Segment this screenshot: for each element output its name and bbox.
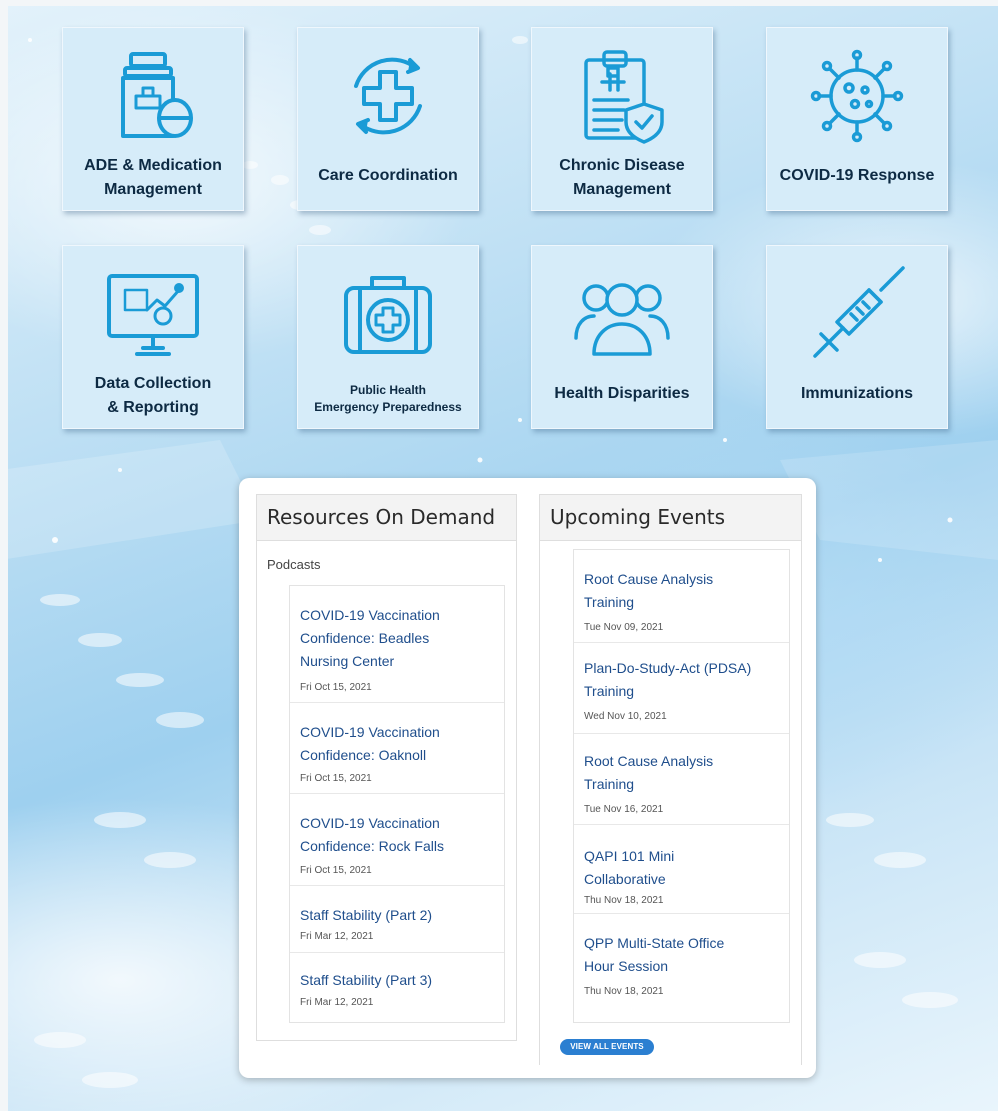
list-item[interactable]: COVID-19 Vaccination Confidence: Rock Fa…: [290, 794, 504, 886]
podcast-date: Fri Mar 12, 2021: [300, 997, 374, 1008]
events-list: Root Cause Analysis Training Tue Nov 09,…: [573, 549, 790, 1023]
medication-bottle-icon: [121, 52, 193, 138]
tile-label: COVID-19 Response: [779, 167, 935, 184]
tile-label: Public Health Emergency Preparedness: [314, 383, 462, 414]
event-title[interactable]: Root Cause Analysis Training: [584, 750, 756, 796]
podcast-title[interactable]: COVID-19 Vaccination Confidence: Rock Fa…: [300, 812, 472, 858]
event-title[interactable]: Plan-Do-Study-Act (PDSA) Training: [584, 657, 756, 703]
tile-care-coordination[interactable]: Care Coordination: [297, 27, 479, 211]
virus-icon: [810, 49, 904, 143]
event-title[interactable]: QPP Multi-State Office Hour Session: [584, 932, 756, 978]
syringe-icon: [813, 266, 905, 358]
tile-immunizations[interactable]: Immunizations: [766, 245, 948, 429]
tile-label: Immunizations: [800, 385, 913, 402]
top-frame: [0, 0, 998, 6]
tile-label: Care Coordination: [318, 167, 458, 184]
event-title[interactable]: QAPI 101 Mini Collaborative: [584, 845, 756, 891]
podcast-title[interactable]: COVID-19 Vaccination Confidence: Oaknoll: [300, 721, 472, 767]
podcast-title[interactable]: Staff Stability (Part 2): [300, 904, 472, 927]
tile-ade-medication[interactable]: ADE & Medication Management: [62, 27, 244, 211]
tile-label: Data Collection & Reporting: [94, 375, 212, 416]
cross-cycle-icon: [354, 57, 422, 135]
tile-label: Health Disparities: [554, 385, 690, 402]
tile-covid19-response[interactable]: COVID-19 Response: [766, 27, 948, 211]
tile-public-health-emergency[interactable]: Public Health Emergency Preparedness: [297, 245, 479, 429]
event-date: Thu Nov 18, 2021: [584, 986, 664, 997]
list-item[interactable]: QAPI 101 Mini Collaborative Thu Nov 18, …: [574, 825, 789, 914]
event-date: Tue Nov 09, 2021: [584, 622, 664, 633]
podcast-date: Fri Oct 15, 2021: [300, 682, 372, 693]
tile-label: ADE & Medication Management: [84, 157, 222, 198]
podcast-date: Fri Oct 15, 2021: [300, 865, 372, 876]
resources-title: Resources On Demand: [257, 495, 516, 541]
events-title: Upcoming Events: [540, 495, 801, 541]
podcast-date: Fri Oct 15, 2021: [300, 773, 372, 784]
tile-data-collection[interactable]: Data Collection & Reporting: [62, 245, 244, 429]
podcast-title[interactable]: COVID-19 Vaccination Confidence: Beadles…: [300, 604, 472, 673]
event-date: Wed Nov 10, 2021: [584, 711, 667, 722]
podcasts-label: Podcasts: [267, 557, 321, 572]
clipboard-shield-icon: [584, 50, 664, 144]
event-date: Tue Nov 16, 2021: [584, 804, 664, 815]
tile-chronic-disease[interactable]: Chronic Disease Management: [531, 27, 713, 211]
list-item[interactable]: COVID-19 Vaccination Confidence: Oaknoll…: [290, 703, 504, 794]
list-item[interactable]: Plan-Do-Study-Act (PDSA) Training Wed No…: [574, 643, 789, 734]
list-item[interactable]: QPP Multi-State Office Hour Session Thu …: [574, 914, 789, 1021]
people-group-icon: [574, 283, 670, 356]
monitor-chart-icon: [107, 274, 199, 356]
event-date: Thu Nov 18, 2021: [584, 895, 664, 906]
list-item[interactable]: Root Cause Analysis Training Tue Nov 09,…: [574, 550, 789, 643]
podcast-list: COVID-19 Vaccination Confidence: Beadles…: [289, 585, 505, 1023]
list-item[interactable]: Root Cause Analysis Training Tue Nov 16,…: [574, 734, 789, 825]
tile-health-disparities[interactable]: Health Disparities: [531, 245, 713, 429]
view-all-events-button[interactable]: VIEW ALL EVENTS: [560, 1039, 654, 1055]
list-item[interactable]: COVID-19 Vaccination Confidence: Beadles…: [290, 586, 504, 703]
first-aid-kit-icon: [344, 276, 432, 354]
tile-label: Chronic Disease Management: [559, 157, 685, 198]
event-title[interactable]: Root Cause Analysis Training: [584, 568, 756, 614]
podcast-title[interactable]: Staff Stability (Part 3): [300, 969, 472, 992]
left-frame: [0, 0, 8, 1111]
list-item[interactable]: Staff Stability (Part 2) Fri Mar 12, 202…: [290, 886, 504, 953]
podcast-date: Fri Mar 12, 2021: [300, 931, 374, 942]
list-item[interactable]: Staff Stability (Part 3) Fri Mar 12, 202…: [290, 953, 504, 1021]
